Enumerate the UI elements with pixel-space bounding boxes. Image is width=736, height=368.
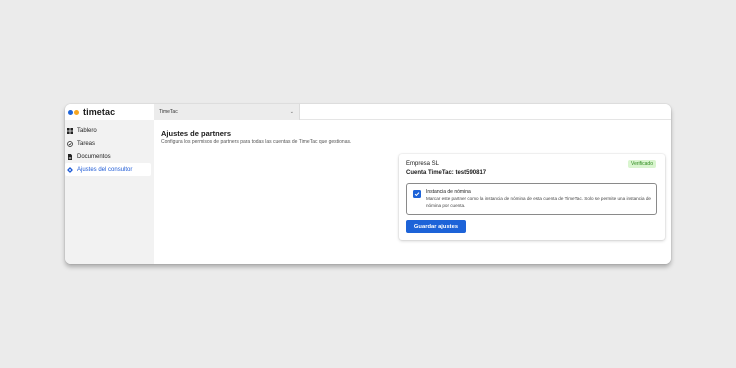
sidebar-item-tareas[interactable]: Tareas <box>65 137 151 150</box>
partner-card: Empresa SL Cuenta TimeTac: test590817 Ve… <box>399 154 665 240</box>
page-title: Ajustes de partners <box>161 129 232 138</box>
save-settings-button[interactable]: Guardar ajustes <box>406 220 466 233</box>
company-name: Empresa SL <box>406 161 440 167</box>
sidebar-item-label: Ajustes del consultor <box>77 166 133 173</box>
document-icon <box>67 153 73 160</box>
gear-icon <box>67 166 73 173</box>
status-badge: Verificado <box>628 160 656 168</box>
logo-mark-icon <box>68 109 79 115</box>
account-select[interactable]: TimeTac ⌄ <box>154 104 300 120</box>
chevron-down-icon: ⌄ <box>289 109 294 115</box>
sidebar-item-label: Documentos <box>77 153 111 160</box>
account-select-value: TimeTac <box>159 109 178 115</box>
sidebar: Tablero Tareas Documentos Ajustes del co… <box>65 120 154 264</box>
account-id: Cuenta TimeTac: test590817 <box>406 170 487 176</box>
payroll-instance-checkbox[interactable] <box>413 190 421 198</box>
sidebar-item-label: Tareas <box>77 140 96 147</box>
sidebar-item-tablero[interactable]: Tablero <box>65 124 151 137</box>
app-window: timetac TimeTac ⌄ Tablero Tareas Documen… <box>65 104 671 264</box>
main-content: Ajustes de partners Configura los permis… <box>154 120 671 264</box>
page-subtitle: Configura los permisos de partners para … <box>161 139 352 145</box>
dashboard-icon <box>67 127 73 134</box>
sidebar-item-ajustes-del-consultor[interactable]: Ajustes del consultor <box>65 163 151 176</box>
payroll-instance-option[interactable]: Instancia de nómina Marcar este partner … <box>406 183 657 215</box>
sidebar-item-documentos[interactable]: Documentos <box>65 150 151 163</box>
option-title: Instancia de nómina <box>426 189 471 195</box>
top-bar: timetac TimeTac ⌄ <box>65 104 671 120</box>
logo[interactable]: timetac <box>68 106 115 118</box>
option-description: Marcar este partner como la instancia de… <box>426 196 651 208</box>
sidebar-item-label: Tablero <box>77 127 97 134</box>
brand-name: timetac <box>83 107 116 117</box>
checkmark-icon <box>414 192 420 197</box>
check-circle-icon <box>67 140 73 147</box>
